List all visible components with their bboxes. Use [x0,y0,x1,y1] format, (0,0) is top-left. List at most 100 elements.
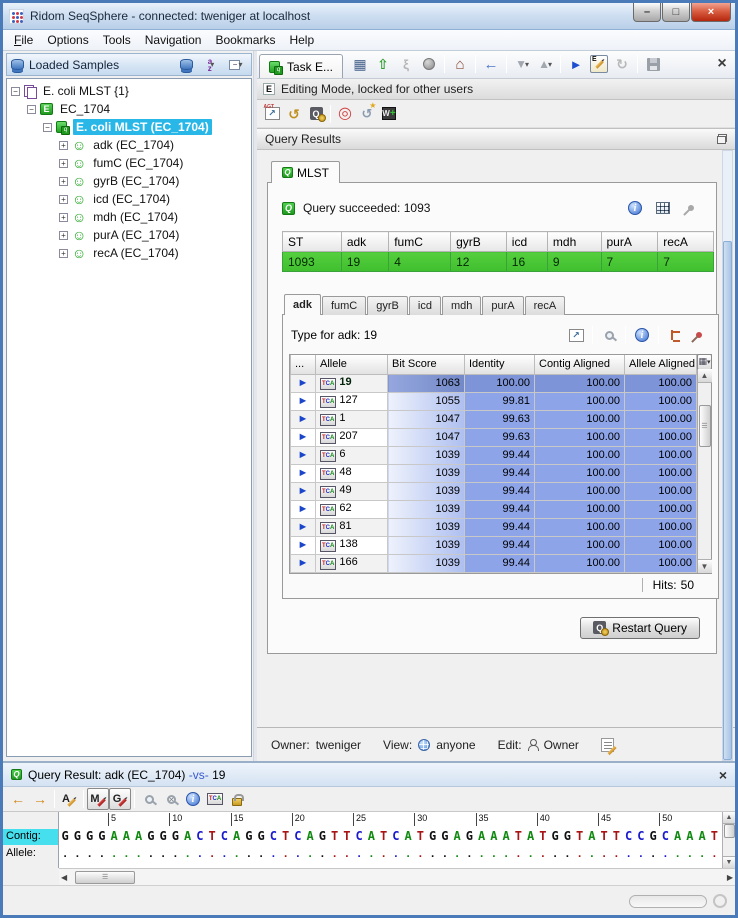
restore-panel-icon[interactable] [717,134,727,144]
target-icon[interactable]: ◎ [334,103,356,125]
tree-item[interactable]: +☺fumC (EC_1704) [9,154,251,172]
tree-expander[interactable]: + [59,195,68,204]
tree-item[interactable]: +☺adk (EC_1704) [9,136,251,154]
collapse-all-icon[interactable]: −▾ [225,54,247,76]
tree-expander[interactable]: + [59,177,68,186]
allele-cell[interactable]: TCA 19 [316,374,388,392]
allele-cell[interactable]: TCA 6 [316,446,388,464]
assembly-face-icon[interactable] [418,53,440,75]
sequence-vscrollbar[interactable]: ▲ ▼ [722,812,735,868]
database-up-icon[interactable] [175,54,197,76]
tree-expander[interactable]: + [59,249,68,258]
edit-permissions-icon[interactable] [601,738,614,752]
allele-cell[interactable]: TCA 207 [316,428,388,446]
show-alignment-button[interactable]: TCA [320,396,336,408]
mark-gap-icon[interactable]: G [109,788,131,810]
renew-icon[interactable]: ↺★ [356,103,378,125]
column-chooser-button[interactable]: ▦▾ [698,355,712,369]
scrollbar-thumb[interactable]: ☰ [699,405,711,447]
allele-row[interactable]: ►TCA 6103999.44100.00100.00 [291,446,697,464]
scroll-down-button[interactable]: ▼ [723,856,736,868]
scroll-right-button[interactable]: ▶ [727,873,733,882]
tab-locus-purA[interactable]: purA [482,296,523,315]
edit-allele-icon[interactable]: A [58,788,80,810]
allele-row[interactable]: ►TCA 127105599.81100.00100.00 [291,392,697,410]
tree-expander[interactable]: − [43,123,52,132]
allele-cell[interactable]: TCA 49 [316,482,388,500]
allele-column-header[interactable]: Allele [316,355,388,374]
table-import-icon[interactable]: ▦ [349,53,371,75]
goto-cell[interactable]: ► [291,410,316,428]
allele-row[interactable]: ►TCA 62103999.44100.00100.00 [291,500,697,518]
goto-cell[interactable]: ► [291,518,316,536]
allele-column-header[interactable]: Identity [465,355,535,374]
goto-result-icon[interactable]: ► [298,539,309,551]
goto-result-icon[interactable]: ► [298,431,309,443]
goto-result-icon[interactable]: ► [298,413,309,425]
next-diff-icon[interactable]: → [29,788,51,810]
editing-mode-icon[interactable]: E [588,53,610,75]
scroll-up-button[interactable]: ▲ [723,812,736,824]
show-alignment-button[interactable]: TCA [320,450,336,462]
zoom-icon[interactable] [138,788,160,810]
export-chart-icon[interactable]: ↗ [565,324,587,346]
tree-expander[interactable]: + [59,159,68,168]
sort-az-icon[interactable]: az▾ [200,54,222,76]
query-settings-icon[interactable]: Q [305,103,327,125]
scrollbar-thumb[interactable] [723,241,732,760]
show-alignment-button[interactable]: TCA [320,540,336,552]
requery-icon[interactable]: ↺ [283,103,305,125]
show-alignment-button[interactable]: TCA [320,522,336,534]
zoom-icon[interactable] [598,324,620,346]
goto-result-icon[interactable]: ► [298,395,309,407]
tree-expander[interactable]: + [59,213,68,222]
allele-row[interactable]: ►TCA 49103999.44100.00100.00 [291,482,697,500]
tab-locus-gyrB[interactable]: gyrB [367,296,408,315]
scroll-up-button[interactable]: ▲ [698,369,712,383]
sequence-hscrollbar[interactable]: ◀ ☰ ▶ [59,868,735,885]
goto-cell[interactable]: ► [291,374,316,392]
close-alignment-icon[interactable]: × [719,767,727,783]
allele-row[interactable]: ►TCA 81103999.44100.00100.00 [291,518,697,536]
scrollbar-thumb[interactable]: ☰ [75,871,135,884]
zoom-out-icon[interactable]: ✕ [160,788,182,810]
scrollbar-thumb[interactable] [724,824,735,838]
tree-item[interactable]: −E. coli MLST (EC_1704) [9,118,251,136]
info-icon[interactable]: i [182,788,204,810]
menu-navigation[interactable]: Navigation [138,31,209,49]
tree-item[interactable]: +☺gyrB (EC_1704) [9,172,251,190]
tab-locus-icd[interactable]: icd [409,296,441,315]
info-icon[interactable]: i [631,324,653,346]
goto-result-icon[interactable]: ► [298,377,309,389]
allele-cell[interactable]: TCA 166 [316,554,388,572]
restart-query-button[interactable]: Q Restart Query [580,617,700,639]
tree-item[interactable]: +☺icd (EC_1704) [9,190,251,208]
allele-cell[interactable]: TCA 81 [316,518,388,536]
up-arrow-icon[interactable]: ▲▾ [534,53,556,75]
dna-icon[interactable]: ξ [395,53,417,75]
tree-expander[interactable]: − [11,87,20,96]
prev-diff-icon[interactable]: ← [7,788,29,810]
tree-expander[interactable]: + [59,141,68,150]
tree-item[interactable]: −E. coli MLST {1} [9,82,251,100]
tree-item[interactable]: +☺purA (EC_1704) [9,226,251,244]
close-button[interactable]: × [691,3,731,22]
menu-bookmarks[interactable]: Bookmarks [208,31,282,49]
tree-item[interactable]: +☺recA (EC_1704) [9,244,251,262]
menu-file[interactable]: File [7,31,40,49]
goto-result-icon[interactable]: ► [298,521,309,533]
allele-cell[interactable]: TCA 1 [316,410,388,428]
vertical-scrollbar[interactable] [722,150,733,761]
submit-up-icon[interactable]: ⇧ [372,53,394,75]
result-table-icon[interactable] [652,197,674,219]
tree-item[interactable]: −EEC_1704 [9,100,251,118]
sync-icon[interactable]: ↻ [611,53,633,75]
show-alignment-button[interactable]: TCA [320,486,336,498]
goto-cell[interactable]: ► [291,500,316,518]
home-icon[interactable]: ⌂ [449,53,471,75]
goto-result-icon[interactable]: ► [298,449,309,461]
show-alignment-button[interactable]: TCA [320,414,336,426]
pin-icon[interactable] [680,197,702,219]
tree-expander[interactable]: − [27,105,36,114]
allele-column-header[interactable]: Allele Aligned [625,355,697,374]
